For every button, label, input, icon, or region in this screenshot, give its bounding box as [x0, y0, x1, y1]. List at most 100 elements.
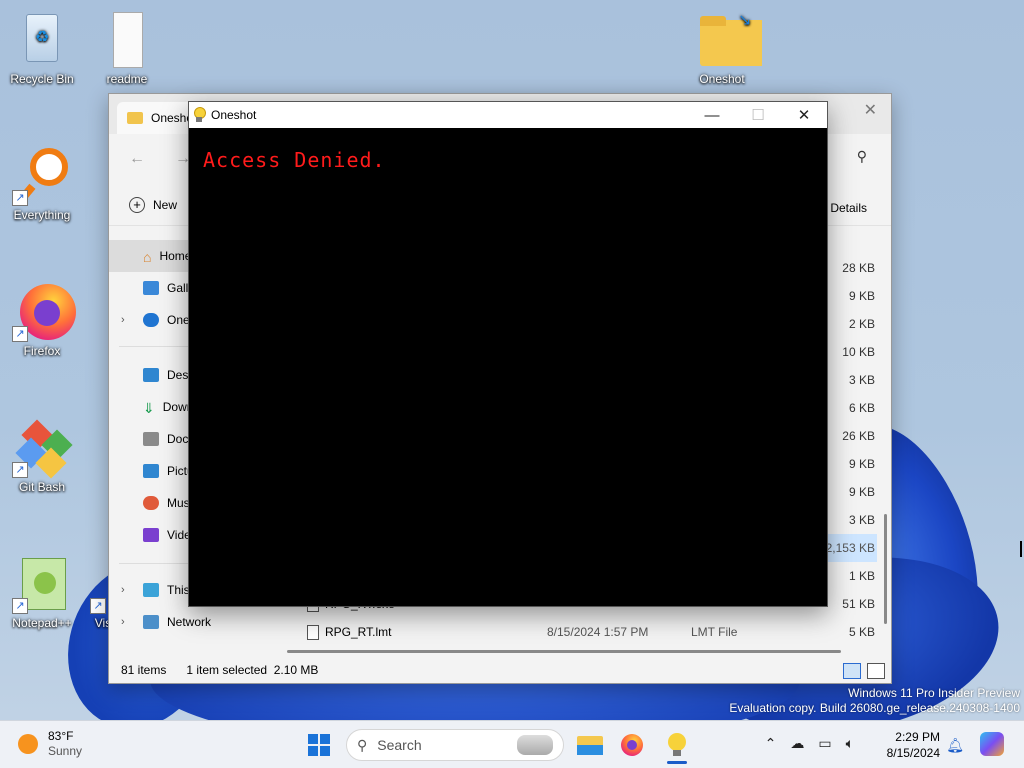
cloud-icon	[143, 313, 159, 327]
oneshot-titlebar[interactable]: Oneshot — ☐ ✕	[189, 102, 827, 128]
shortcut-arrow-icon: ↗	[12, 190, 28, 206]
git-bash-icon: ↗	[12, 418, 73, 479]
clock-time: 2:29 PM	[895, 730, 940, 744]
item-count: 81 items	[121, 663, 167, 677]
cloud-offline-icon[interactable]: ☁	[790, 735, 804, 752]
search-icon: ⚲	[357, 736, 368, 753]
display-icon[interactable]: ▭	[818, 735, 831, 752]
taskbar-search[interactable]: ⚲ Search	[346, 729, 564, 761]
nav-item-label: Network	[167, 615, 212, 629]
folder-icon: ↘	[692, 10, 762, 70]
music-icon	[143, 496, 159, 510]
file-name: RPG_RT.lmt	[307, 624, 391, 640]
sun-icon	[18, 734, 38, 754]
file-size: 6 KB	[848, 401, 875, 415]
shortcut-arrow-icon: ↗	[12, 326, 28, 342]
file-size: 51 KB	[842, 597, 875, 611]
file-explorer-taskbar-icon[interactable]	[576, 731, 604, 759]
status-bar: 81 items 1 item selected 2.10 MB	[109, 657, 891, 683]
new-button[interactable]: New	[153, 198, 177, 212]
desktop-icon	[143, 368, 159, 382]
desktop-icon-firefox[interactable]: ↗ Firefox	[2, 282, 82, 358]
video-icon	[143, 528, 159, 542]
start-button[interactable]	[308, 734, 330, 756]
details-button[interactable]: Details	[830, 201, 867, 215]
firefox-icon: ↗	[12, 282, 76, 342]
desktop-icon-oneshot[interactable]: ↘ Oneshot	[682, 10, 762, 94]
file-size: 3 KB	[848, 373, 875, 387]
text-file-icon	[97, 10, 157, 70]
back-arrow-icon[interactable]: ←	[129, 150, 145, 168]
gallery-icon	[143, 281, 159, 295]
firefox-taskbar-icon[interactable]	[618, 731, 646, 759]
download-icon: ⇓	[143, 400, 155, 416]
oneshot-window[interactable]: Oneshot — ☐ ✕ Access Denied.	[188, 101, 828, 607]
game-canvas[interactable]: Access Denied.	[189, 128, 827, 606]
oneshot-taskbar-icon[interactable]	[663, 731, 691, 764]
copilot-icon[interactable]	[980, 732, 1004, 756]
close-icon[interactable]: ✕	[864, 100, 877, 120]
mouse-cursor-icon	[1020, 541, 1024, 557]
clock-date: 8/15/2024	[886, 746, 940, 760]
desktop-icon-recycle-bin[interactable]: ♻ Recycle Bin	[2, 10, 82, 86]
desktop-icon-label: Oneshot	[699, 72, 745, 86]
taskbar: 83°F Sunny ⚲ Search ⌃ ☁ ▭ 🔈︎ 2:29 PM 8/1…	[0, 720, 1024, 768]
desktop-icon-everything[interactable]: ↗ Everything	[2, 146, 82, 222]
desktop-icon-git-bash[interactable]: ↗ Git Bash	[2, 418, 82, 494]
watermark-line: Evaluation copy. Build 26080.ge_release.…	[729, 701, 1020, 715]
table-row[interactable]: RPG_RT.lmt 8/15/2024 1:57 PM LMT File 5 …	[279, 618, 877, 646]
search-highlight-icon	[517, 735, 553, 755]
window-controls: — ☐ ✕	[689, 102, 827, 128]
file-type: LMT File	[691, 625, 738, 639]
system-tray: ⌃ ☁ ▭ 🔈︎	[765, 735, 854, 752]
chevron-up-icon[interactable]: ⌃	[765, 735, 777, 752]
volume-icon[interactable]: 🔈︎	[846, 735, 854, 752]
search-placeholder: Search	[377, 737, 422, 753]
taskbar-clock[interactable]: 2:29 PM 8/15/2024	[887, 729, 940, 761]
minimize-icon[interactable]: —	[689, 102, 735, 128]
pictures-icon	[143, 464, 159, 478]
notification-bell-icon[interactable]: 🔔︎	[946, 737, 964, 754]
details-view-icon[interactable]	[843, 663, 861, 679]
chevron-right-icon[interactable]: ›	[121, 314, 125, 326]
file-size: 26 KB	[842, 429, 875, 443]
nav-item-network[interactable]: › Network	[109, 606, 269, 638]
network-icon	[143, 615, 159, 629]
chevron-right-icon[interactable]: ›	[121, 616, 125, 628]
recycle-bin-icon: ♻	[12, 10, 72, 70]
vertical-scrollbar[interactable]	[884, 514, 887, 624]
desktop-icon-label: readme	[106, 72, 148, 86]
view-toggle	[843, 663, 885, 679]
plus-icon: +	[129, 196, 145, 213]
weather-condition: Sunny	[48, 744, 83, 758]
file-size: 9 KB	[848, 457, 875, 471]
desktop-icon-label: Recycle Bin	[10, 72, 74, 86]
home-icon: ⌂	[143, 249, 152, 265]
computer-icon	[143, 583, 159, 597]
desktop-icon-label: Git Bash	[18, 480, 66, 494]
file-size: 2,153 KB	[825, 541, 875, 555]
file-icon	[307, 624, 319, 640]
shortcut-arrow-icon: ↗	[90, 598, 106, 614]
document-icon	[143, 432, 159, 446]
folder-icon	[127, 112, 143, 124]
access-denied-message: Access Denied.	[203, 148, 386, 172]
weather-widget[interactable]: 83°F Sunny	[18, 729, 82, 759]
windows-watermark: Windows 11 Pro Insider Preview Evaluatio…	[729, 686, 1020, 716]
horizontal-scrollbar[interactable]	[287, 650, 841, 653]
tiles-view-icon[interactable]	[867, 663, 885, 679]
file-date: 8/15/2024 1:57 PM	[547, 625, 649, 639]
file-size: 1 KB	[848, 569, 875, 583]
file-size: 2 KB	[848, 317, 875, 331]
desktop-icon-label: Everything	[13, 208, 71, 222]
file-size: 9 KB	[848, 485, 875, 499]
file-size: 5 KB	[848, 625, 875, 639]
window-title: Oneshot	[211, 108, 257, 122]
file-size: 28 KB	[842, 261, 875, 275]
file-size: 3 KB	[848, 513, 875, 527]
search-icon[interactable]: ⚲	[857, 148, 867, 165]
desktop-icon-readme[interactable]: readme	[87, 10, 167, 94]
watermark-line: Windows 11 Pro Insider Preview	[848, 686, 1020, 700]
chevron-right-icon[interactable]: ›	[121, 584, 125, 596]
close-icon[interactable]: ✕	[781, 102, 827, 128]
